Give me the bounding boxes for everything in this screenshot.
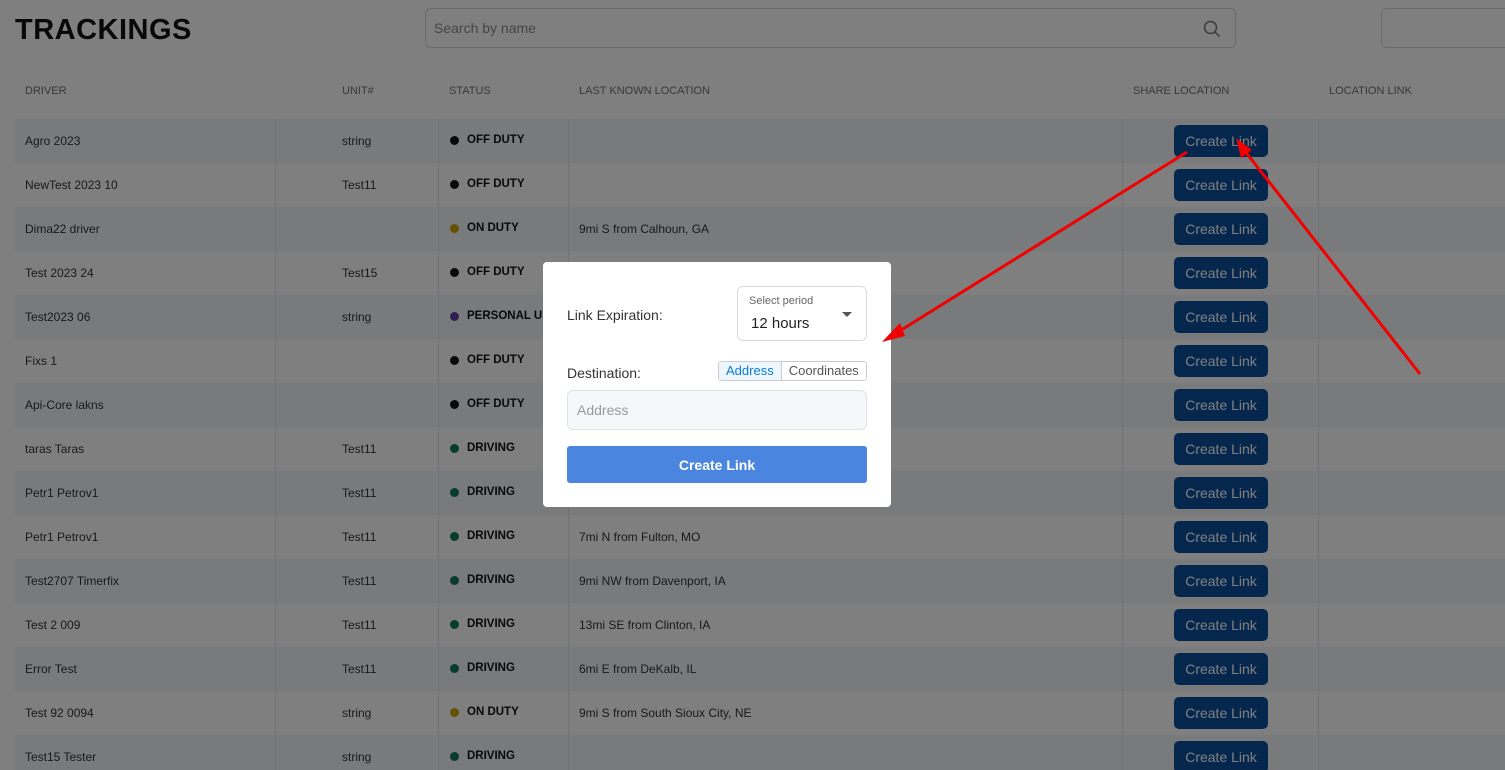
period-select[interactable]: Select period 12 hours: [737, 286, 867, 341]
destination-type-toggle: Address Coordinates: [718, 361, 867, 381]
period-select-caption: Select period: [749, 295, 814, 307]
address-input[interactable]: [568, 391, 866, 429]
toggle-address[interactable]: Address: [719, 362, 782, 380]
create-link-modal: Link Expiration: Select period 12 hours …: [543, 262, 891, 507]
chevron-down-icon[interactable]: [842, 312, 852, 317]
address-field[interactable]: [567, 390, 867, 430]
destination-label: Destination:: [567, 365, 641, 381]
period-select-value: 12 hours: [751, 315, 810, 332]
link-expiration-label: Link Expiration:: [567, 307, 663, 323]
modal-create-link-button[interactable]: Create Link: [567, 446, 867, 483]
toggle-coordinates[interactable]: Coordinates: [781, 362, 866, 380]
